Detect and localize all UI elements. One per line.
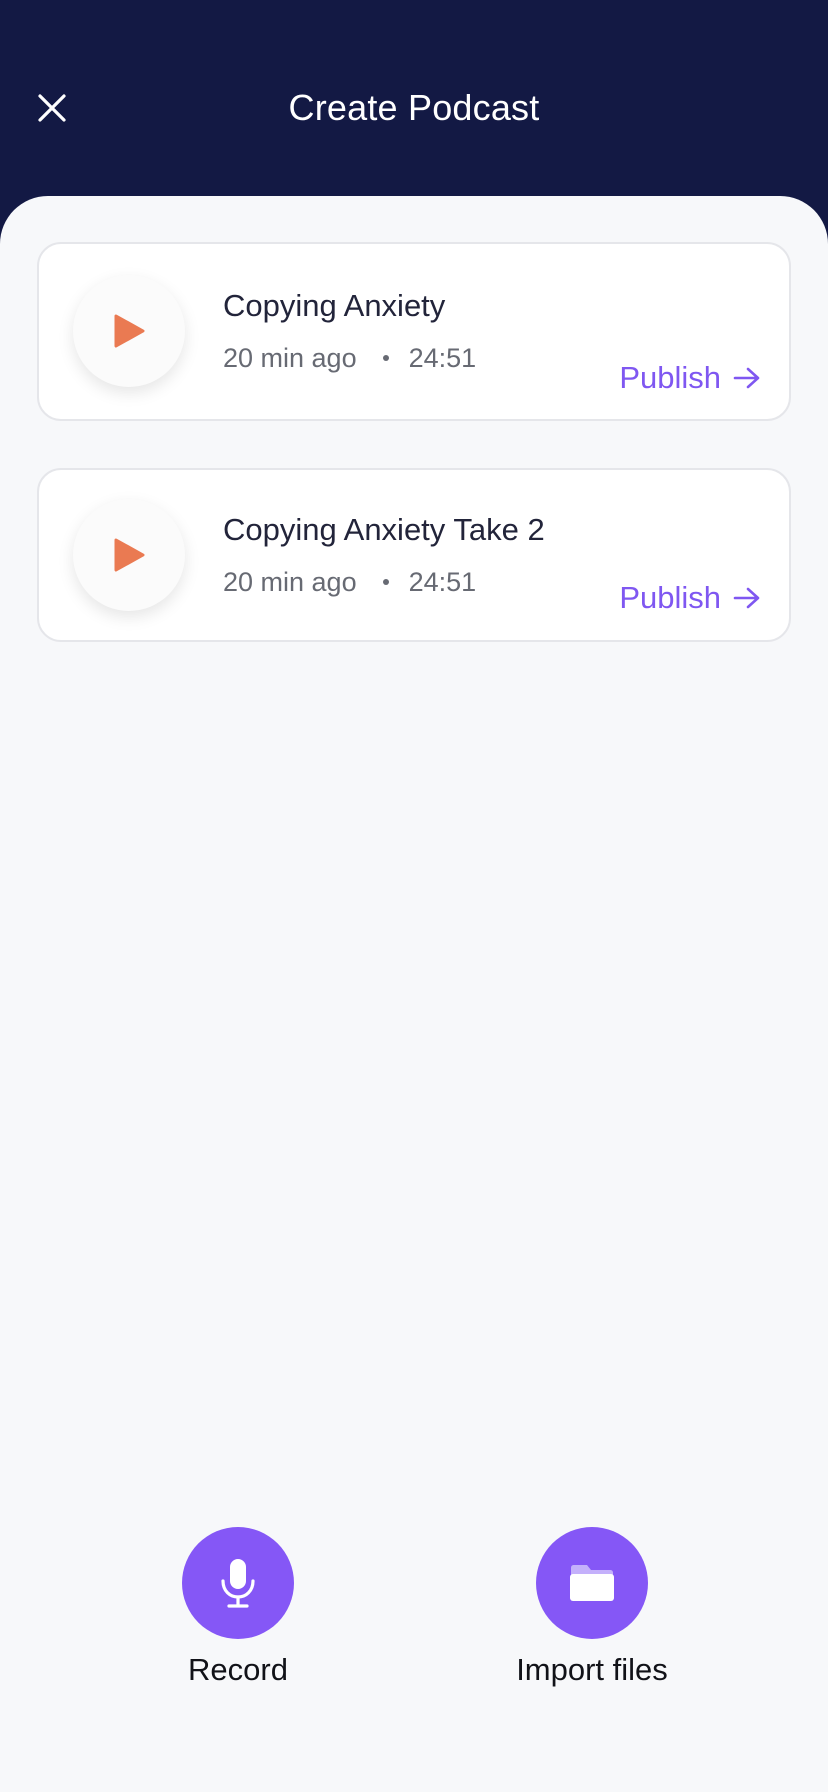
play-button[interactable] xyxy=(73,499,185,611)
arrow-right-icon xyxy=(733,367,760,389)
episode-meta: 20 min ago 24:51 xyxy=(223,565,476,599)
import-files-label: Import files xyxy=(516,1652,668,1687)
play-icon xyxy=(114,314,145,348)
publish-button[interactable]: Publish xyxy=(619,579,761,617)
publish-button[interactable]: Publish xyxy=(619,359,761,397)
episode-meta: 20 min ago 24:51 xyxy=(223,341,476,375)
play-button[interactable] xyxy=(73,275,185,387)
episode-time-ago: 20 min ago xyxy=(223,567,357,597)
episode-card[interactable]: Copying Anxiety 20 min ago 24:51 Publish xyxy=(37,242,791,421)
record-action: Record xyxy=(128,1527,348,1689)
page-title: Create Podcast xyxy=(288,87,540,128)
folder-icon xyxy=(570,1565,614,1601)
publish-label: Publish xyxy=(619,580,721,615)
episode-time-ago: 20 min ago xyxy=(223,343,357,373)
episode-duration: 24:51 xyxy=(408,343,477,373)
publish-label: Publish xyxy=(619,360,721,395)
record-label: Record xyxy=(188,1652,288,1687)
episode-duration: 24:51 xyxy=(408,567,477,597)
separator-dot xyxy=(382,579,389,585)
episode-card[interactable]: Copying Anxiety Take 2 20 min ago 24:51 … xyxy=(37,468,791,642)
import-action: Import files xyxy=(482,1527,702,1689)
play-icon xyxy=(114,538,145,572)
separator-dot xyxy=(382,355,389,361)
arrow-right-icon xyxy=(733,587,760,609)
episode-title: Copying Anxiety Take 2 xyxy=(223,512,545,547)
episode-title: Copying Anxiety xyxy=(223,288,446,323)
content-sheet xyxy=(0,196,828,1792)
import-files-button[interactable] xyxy=(536,1527,648,1639)
microphone-icon xyxy=(221,1559,255,1608)
record-button[interactable] xyxy=(182,1527,294,1639)
